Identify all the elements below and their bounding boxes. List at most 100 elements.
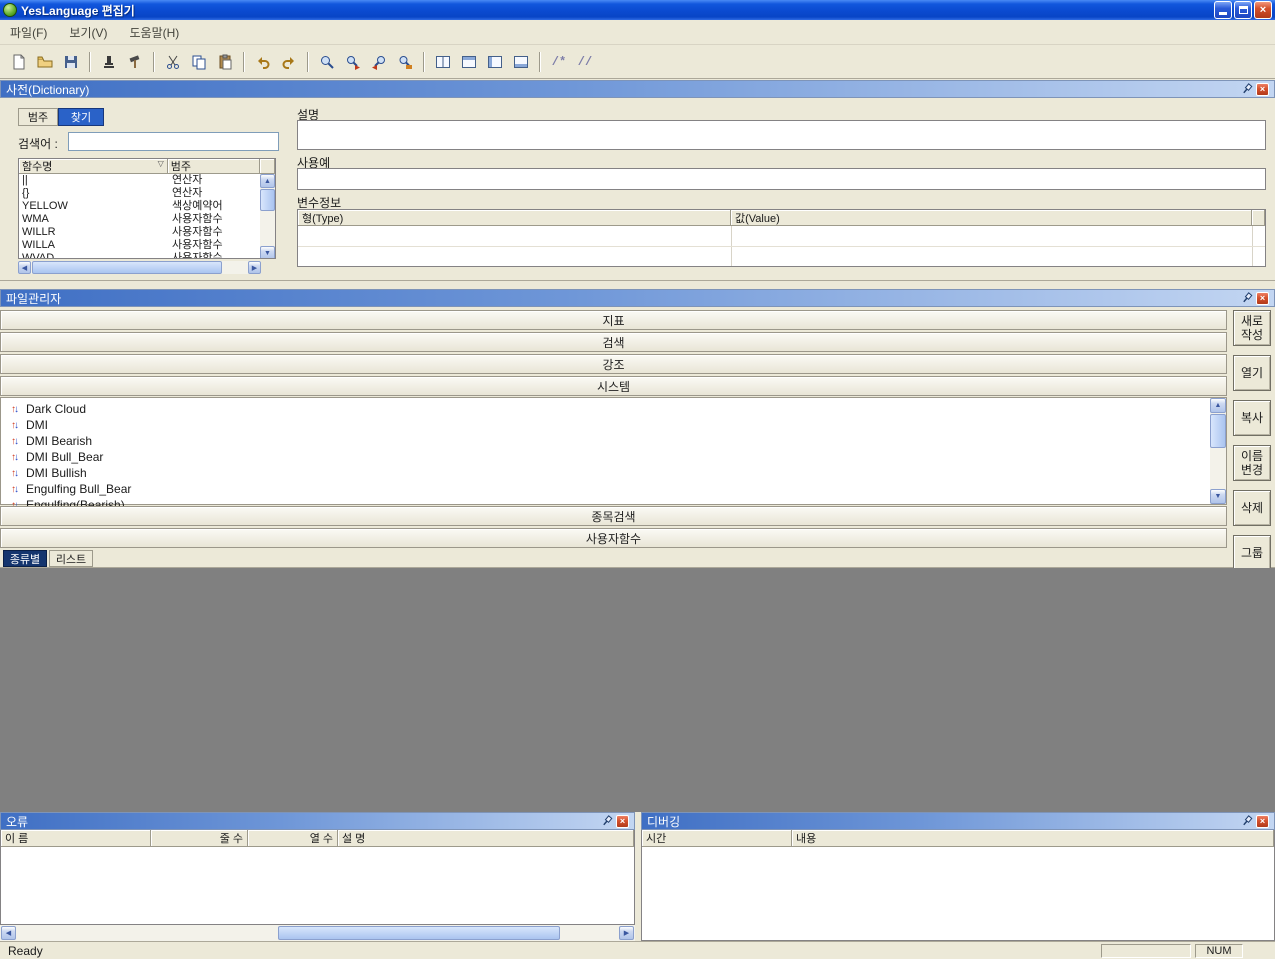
rename-file-button[interactable]: 이름 변경 xyxy=(1233,445,1271,481)
file-manager-titlebar[interactable]: 파일관리자 × xyxy=(0,289,1275,307)
pin-icon[interactable] xyxy=(1241,815,1253,827)
dictionary-panel-button[interactable] xyxy=(430,50,456,74)
verify-button[interactable] xyxy=(96,50,122,74)
find-prev-button[interactable] xyxy=(366,50,392,74)
close-button[interactable]: × xyxy=(1254,1,1272,19)
file-manager-panel-button[interactable] xyxy=(456,50,482,74)
search-input[interactable] xyxy=(68,132,279,151)
column-function-name[interactable]: 함수명▽ xyxy=(19,159,168,174)
errors-hscrollbar[interactable]: ◀ ▶ xyxy=(0,925,635,941)
scroll-left-icon[interactable]: ◀ xyxy=(18,261,31,274)
tree-item[interactable]: ↑↓DMI Bullish xyxy=(1,465,1226,481)
function-table-vscrollbar[interactable]: ▲ ▼ xyxy=(260,174,275,259)
errors-close-icon[interactable]: × xyxy=(616,815,629,828)
tree-vscrollbar[interactable]: ▲ ▼ xyxy=(1210,398,1226,504)
tab-by-type[interactable]: 종류별 xyxy=(3,550,47,567)
scroll-down-icon[interactable]: ▼ xyxy=(1210,489,1226,504)
copy-file-button[interactable]: 복사 xyxy=(1233,400,1271,436)
new-file-button[interactable]: 새로 작성 xyxy=(1233,310,1271,346)
column-value[interactable]: 값(Value) xyxy=(731,210,1252,226)
block-comment-button[interactable]: /* xyxy=(546,50,572,74)
debug-header[interactable]: 시간 내용 xyxy=(641,830,1275,847)
scroll-up-icon[interactable]: ▲ xyxy=(260,174,275,188)
save-button[interactable] xyxy=(58,50,84,74)
tree-item[interactable]: ↑↓DMI Bull_Bear xyxy=(1,449,1226,465)
dictionary-close-icon[interactable]: × xyxy=(1256,83,1269,96)
table-row[interactable]: YELLOW색상예약어 xyxy=(19,200,275,213)
scrollbar-thumb[interactable] xyxy=(32,261,222,274)
file-manager-close-icon[interactable]: × xyxy=(1256,292,1269,305)
group-bar-system[interactable]: 시스템 xyxy=(0,376,1227,396)
find-next-button[interactable] xyxy=(340,50,366,74)
group-file-button[interactable]: 그룹 xyxy=(1233,535,1271,568)
group-bar-user-function[interactable]: 사용자함수 xyxy=(0,528,1227,548)
pin-icon[interactable] xyxy=(601,815,613,827)
column-col[interactable]: 열 수 xyxy=(248,830,338,847)
tab-list[interactable]: 리스트 xyxy=(49,550,93,567)
column-type[interactable]: 형(Type) xyxy=(298,210,731,226)
table-row[interactable]: ||연산자 xyxy=(19,174,275,187)
group-bar-indicator[interactable]: 지표 xyxy=(0,310,1227,330)
scrollbar-thumb[interactable] xyxy=(278,926,560,940)
group-bar-highlight[interactable]: 강조 xyxy=(0,354,1227,374)
column-category[interactable]: 범주 xyxy=(168,159,260,174)
scroll-left-icon[interactable]: ◀ xyxy=(1,926,16,940)
table-row[interactable]: WILLR사용자함수 xyxy=(19,226,275,239)
group-bar-stock-search[interactable]: 종목검색 xyxy=(0,506,1227,526)
dictionary-tab-find[interactable]: 찾기 xyxy=(58,108,104,126)
open-file-button[interactable]: 열기 xyxy=(1233,355,1271,391)
table-row[interactable]: WVAD사용자함수 xyxy=(19,252,275,259)
cut-button[interactable] xyxy=(160,50,186,74)
column-line[interactable]: 줄 수 xyxy=(151,830,248,847)
tree-item[interactable]: ↑↓DMI xyxy=(1,417,1226,433)
table-row[interactable]: WMA사용자함수 xyxy=(19,213,275,226)
restore-button[interactable] xyxy=(1234,1,1252,19)
table-row[interactable]: {}연산자 xyxy=(19,187,275,200)
function-table-hscrollbar[interactable]: ◀ ▶ xyxy=(18,261,261,274)
tree-item[interactable]: ↑↓Dark Cloud xyxy=(1,401,1226,417)
varinfo-header[interactable]: 형(Type) 값(Value) xyxy=(298,210,1265,226)
debug-close-icon[interactable]: × xyxy=(1256,815,1269,828)
menu-file[interactable]: 파일(F) xyxy=(10,24,47,41)
find-button[interactable] xyxy=(314,50,340,74)
errors-header[interactable]: 이 름 줄 수 열 수 설 명 xyxy=(0,830,635,847)
tree-item[interactable]: ↑↓Engulfing Bull_Bear xyxy=(1,481,1226,497)
window-titlebar[interactable]: YesLanguage 편집기 × xyxy=(0,0,1275,20)
menu-help[interactable]: 도움말(H) xyxy=(129,24,179,41)
open-button[interactable] xyxy=(32,50,58,74)
debug-titlebar[interactable]: 디버깅 × xyxy=(641,812,1275,830)
table-row[interactable]: WILLA사용자함수 xyxy=(19,239,275,252)
replace-button[interactable] xyxy=(392,50,418,74)
undo-button[interactable] xyxy=(250,50,276,74)
redo-button[interactable] xyxy=(276,50,302,74)
dictionary-tab-category[interactable]: 범주 xyxy=(18,108,58,126)
column-content[interactable]: 내용 xyxy=(792,830,1274,847)
group-bar-search[interactable]: 검색 xyxy=(0,332,1227,352)
column-name[interactable]: 이 름 xyxy=(1,830,151,847)
scroll-right-icon[interactable]: ▶ xyxy=(248,261,261,274)
debug-panel-button[interactable] xyxy=(508,50,534,74)
column-time[interactable]: 시간 xyxy=(642,830,792,847)
status-text: Ready xyxy=(8,944,43,958)
scrollbar-thumb[interactable] xyxy=(260,189,275,211)
function-table-header[interactable]: 함수명▽ 범주 xyxy=(19,159,275,174)
line-comment-button[interactable]: // xyxy=(572,50,598,74)
tree-item[interactable]: ↑↓DMI Bearish xyxy=(1,433,1226,449)
pin-icon[interactable] xyxy=(1241,292,1253,304)
delete-file-button[interactable]: 삭제 xyxy=(1233,490,1271,526)
dictionary-panel-titlebar[interactable]: 사전(Dictionary) × xyxy=(0,80,1275,98)
pin-icon[interactable] xyxy=(1241,83,1253,95)
copy-button[interactable] xyxy=(186,50,212,74)
paste-button[interactable] xyxy=(212,50,238,74)
scroll-down-icon[interactable]: ▼ xyxy=(260,246,275,259)
new-document-button[interactable] xyxy=(6,50,32,74)
scroll-up-icon[interactable]: ▲ xyxy=(1210,398,1226,413)
column-desc[interactable]: 설 명 xyxy=(338,830,634,847)
scrollbar-thumb[interactable] xyxy=(1210,414,1226,448)
apply-button[interactable] xyxy=(122,50,148,74)
scroll-right-icon[interactable]: ▶ xyxy=(619,926,634,940)
menu-view[interactable]: 보기(V) xyxy=(69,24,107,41)
errors-titlebar[interactable]: 오류 × xyxy=(0,812,635,830)
error-panel-button[interactable] xyxy=(482,50,508,74)
minimize-button[interactable] xyxy=(1214,1,1232,19)
